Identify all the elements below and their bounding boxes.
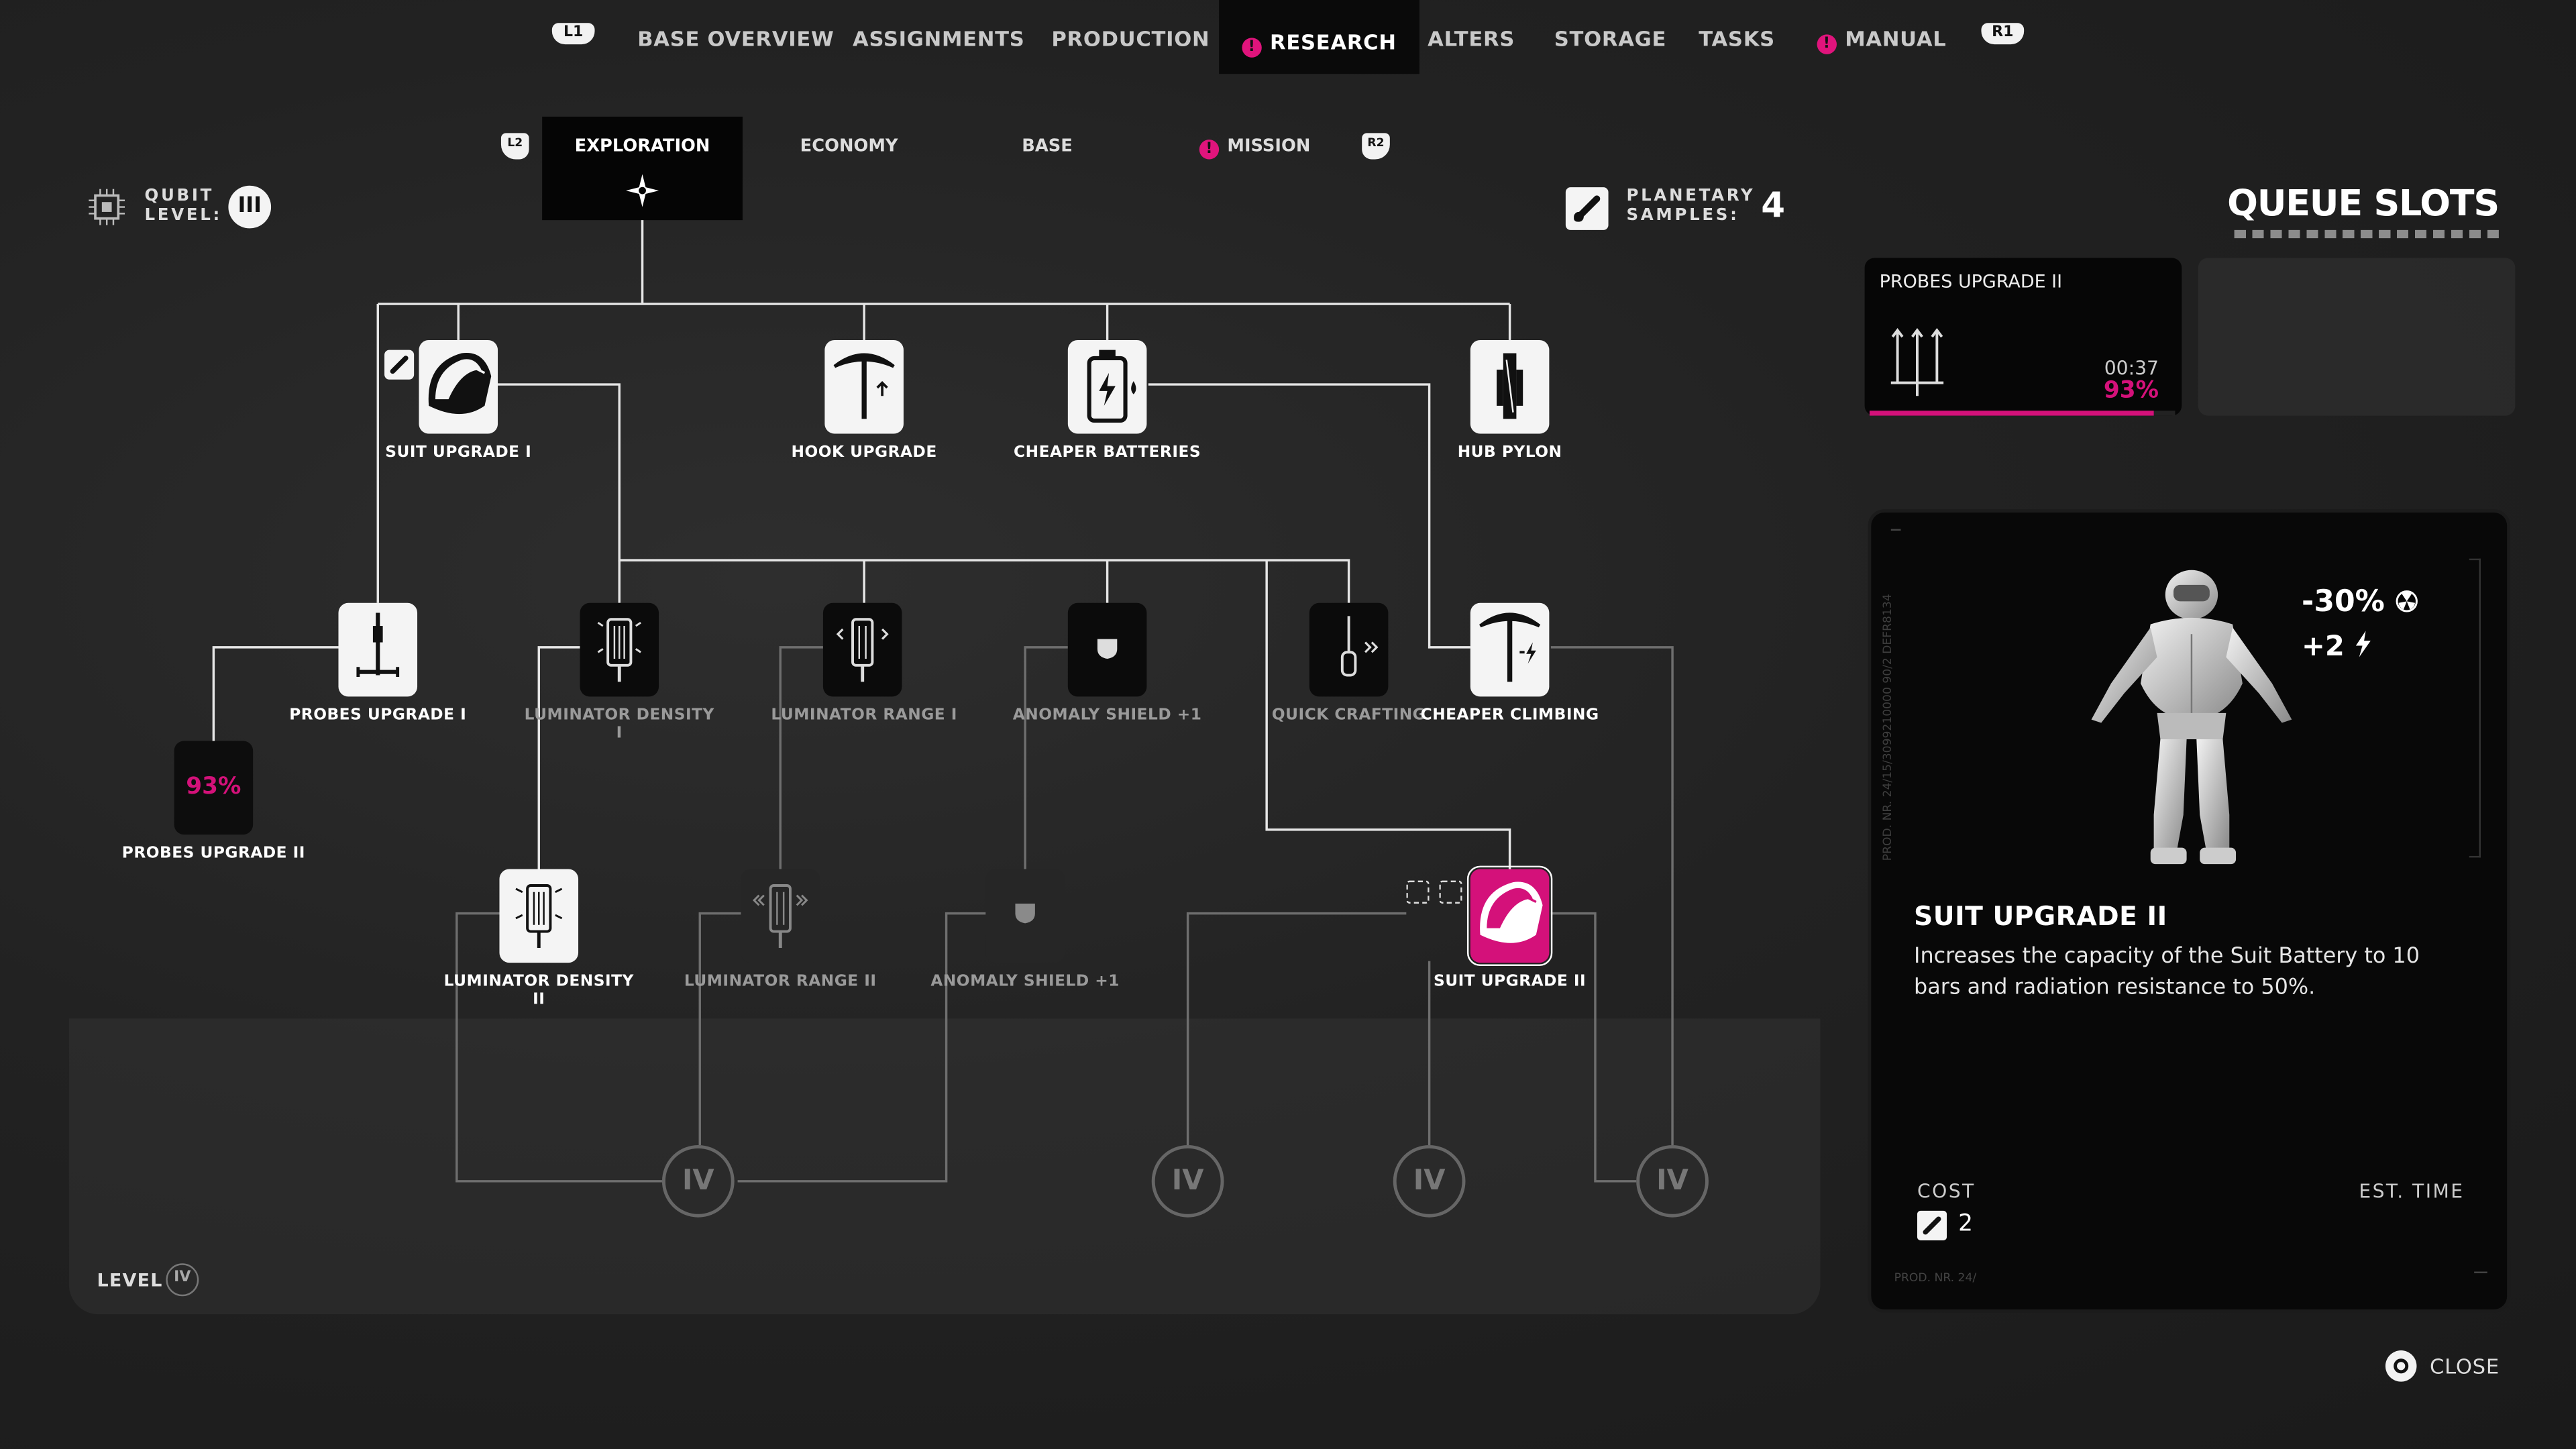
astronaut-suit-image <box>2091 570 2292 865</box>
pickaxe-icon <box>833 353 895 419</box>
queue-slot-2-empty[interactable] <box>2198 258 2516 416</box>
level-badge: IV <box>166 1263 199 1297</box>
queue-slot-name: PROBES UPGRADE II <box>1879 271 2063 292</box>
level-gate: IV <box>1151 1144 1224 1218</box>
node-label: SUIT UPGRADE II <box>1434 972 1587 991</box>
pickaxe-minus-icon <box>1479 612 1541 682</box>
node-anomaly-shield-1[interactable] <box>1067 602 1147 697</box>
node-luminator-density-1[interactable] <box>580 602 659 697</box>
screwdriver-icon <box>1340 616 1379 677</box>
probe-icon <box>356 612 400 677</box>
queue-progress-track <box>1869 411 2176 416</box>
node-label: PROBES UPGRADE II <box>121 844 305 863</box>
node-label: CHEAPER CLIMBING <box>1420 706 1599 725</box>
node-anomaly-shield-1b[interactable] <box>985 869 1065 963</box>
pylon-icon <box>1497 353 1523 419</box>
sample-cost-icon <box>384 350 415 380</box>
detail-serial-bottom: PROD. NR. 24/ <box>1894 1271 1977 1285</box>
suit-helmet-icon <box>428 352 492 415</box>
node-label: CHEAPER BATTERIES <box>1014 443 1201 462</box>
detail-title: SUIT UPGRADE II <box>1914 900 2167 932</box>
node-label: SUIT UPGRADE I <box>385 443 532 462</box>
node-label: LUMINATOR RANGE II <box>684 972 877 991</box>
luminator-range-icon <box>753 884 808 949</box>
luminator-icon <box>597 618 641 682</box>
node-luminator-range-1[interactable] <box>822 602 902 697</box>
radiation-icon <box>2396 590 2418 612</box>
sample-vial-icon <box>1917 1210 1947 1240</box>
level-gate: IV <box>661 1144 735 1218</box>
shield-icon <box>1015 903 1035 924</box>
node-label: LUMINATOR DENSITY I <box>524 706 714 742</box>
detail-stat-battery: +2 <box>2302 631 2372 663</box>
level-label: LEVEL <box>97 1270 163 1291</box>
node-progress: 93% <box>186 773 241 800</box>
node-label: PROBES UPGRADE I <box>289 706 467 725</box>
shield-icon <box>1097 639 1118 659</box>
node-luminator-range-2[interactable] <box>741 869 820 963</box>
close-button[interactable]: CLOSE <box>2430 1354 2500 1379</box>
node-cheaper-climbing[interactable] <box>1470 602 1550 697</box>
probes-icon <box>1890 327 1944 396</box>
circle-button-icon[interactable] <box>2385 1350 2417 1382</box>
detail-description: Increases the capacity of the Suit Batte… <box>1914 945 2420 1001</box>
queue-slot-time: 00:37 <box>2104 356 2159 380</box>
node-hook-upgrade[interactable] <box>824 339 904 434</box>
cost-value: 2 <box>1958 1210 1974 1238</box>
queue-title: QUEUE SLOTS <box>2227 184 2500 225</box>
luminator-range-icon <box>836 618 889 682</box>
tree-connectors <box>212 220 1674 1183</box>
node-cheaper-batteries[interactable] <box>1067 339 1147 434</box>
node-label: HOOK UPGRADE <box>791 443 937 462</box>
suit-helmet-icon <box>1480 881 1543 943</box>
lightning-icon <box>2355 631 2371 657</box>
level-gate: IV <box>1393 1144 1466 1218</box>
research-screen: L1 BASE OVERVIEW ASSIGNMENTS PRODUCTION … <box>0 0 2576 1449</box>
queue-title-reflection <box>2234 229 2499 239</box>
level-gate: IV <box>1636 1144 1709 1218</box>
node-quick-crafting[interactable] <box>1309 602 1389 697</box>
node-label: ANOMALY SHIELD +1 <box>930 972 1120 991</box>
node-label: LUMINATOR DENSITY II <box>443 972 634 1008</box>
est-time-label: EST. TIME <box>2359 1179 2465 1203</box>
r1-hint[interactable]: R1 <box>1981 23 2025 45</box>
queue-progress-fill <box>1869 411 2154 416</box>
detail-stat-radiation: -30% <box>2302 585 2418 619</box>
empty-cost-slot-icon <box>1406 880 1430 904</box>
node-label: LUMINATOR RANGE I <box>771 706 957 725</box>
battery-icon <box>1087 350 1136 423</box>
detail-serial-side: PROD. NR. 24/15/3099210000 90/2 DEFR8134 <box>1881 594 1894 861</box>
node-probes-upgrade-1[interactable] <box>338 602 418 697</box>
node-probes-upgrade-2[interactable]: 93% <box>174 741 254 835</box>
node-label: HUB PYLON <box>1457 443 1562 462</box>
empty-cost-slot-icon <box>1439 880 1462 904</box>
tab-manual-label: MANUAL <box>1845 26 1947 51</box>
cost-label: COST <box>1917 1179 1976 1203</box>
queue-slot-progress: 93% <box>2103 378 2159 405</box>
node-label: ANOMALY SHIELD +1 <box>1012 706 1202 725</box>
node-luminator-density-2[interactable] <box>499 869 579 963</box>
node-hub-pylon[interactable] <box>1470 339 1550 434</box>
luminator-icon <box>515 884 563 949</box>
node-suit-upgrade-2[interactable] <box>1466 865 1553 967</box>
queue-slot-1[interactable]: PROBES UPGRADE II 00:37 93% <box>1864 258 2182 416</box>
detail-card: PROD. NR. 24/15/3099210000 90/2 DEFR8134… <box>1868 509 2511 1313</box>
node-suit-upgrade-1[interactable] <box>419 339 498 434</box>
